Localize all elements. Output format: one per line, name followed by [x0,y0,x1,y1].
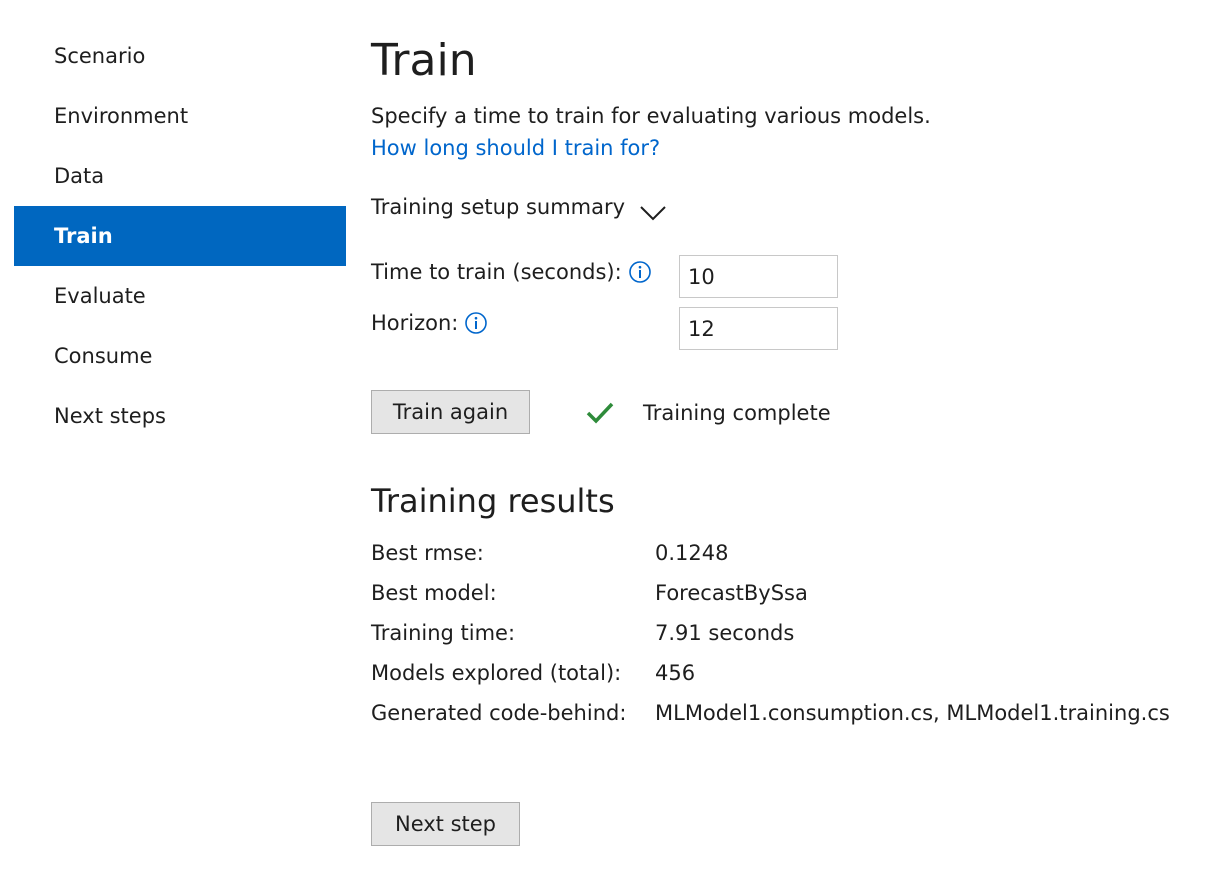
info-icon[interactable] [464,311,488,335]
summary-toggle-label: Training setup summary [371,195,626,219]
chevron-down-icon [639,199,667,221]
result-value: ForecastBySsa [655,581,808,605]
sidebar-item-train[interactable]: Train [14,206,346,266]
sidebar-item-environment[interactable]: Environment [14,86,346,146]
result-row: Models explored (total): 456 [371,653,1170,693]
time-to-train-label-text: Time to train (seconds): [371,260,622,284]
sidebar-item-scenario[interactable]: Scenario [14,26,346,86]
result-value: 0.1248 [655,541,729,565]
training-results-table: Best rmse: 0.1248 Best model: ForecastBy… [371,533,1170,733]
sidebar-item-data[interactable]: Data [14,146,346,206]
training-results-title: Training results [371,482,615,520]
sidebar-item-evaluate[interactable]: Evaluate [14,266,346,326]
sidebar-item-consume[interactable]: Consume [14,326,346,386]
result-row: Best rmse: 0.1248 [371,533,1170,573]
result-value: 7.91 seconds [655,621,795,645]
train-again-button[interactable]: Train again [371,390,530,434]
page-subtitle: Specify a time to train for evaluating v… [371,104,931,128]
horizon-label-text: Horizon: [371,311,459,335]
result-row: Training time: 7.91 seconds [371,613,1170,653]
next-step-button[interactable]: Next step [371,802,520,846]
result-key: Best rmse: [371,541,484,565]
sidebar-item-next-steps[interactable]: Next steps [14,386,346,446]
horizon-label: Horizon: [371,308,488,338]
result-row: Best model: ForecastBySsa [371,573,1170,613]
result-key: Generated code-behind: [371,701,627,725]
page-title: Train [371,35,477,86]
help-link[interactable]: How long should I train for? [371,133,660,163]
result-key: Training time: [371,621,516,645]
training-status-text: Training complete [643,401,831,425]
sidebar-nav: Scenario Environment Data Train Evaluate… [14,26,346,446]
time-to-train-input[interactable] [679,255,838,298]
time-to-train-label: Time to train (seconds): [371,257,652,287]
result-key: Models explored (total): [371,661,622,685]
result-key: Best model: [371,581,497,605]
training-setup-summary-toggle[interactable]: Training setup summary [371,192,667,222]
result-value: 456 [655,661,696,685]
check-icon [585,400,615,426]
result-row: Generated code-behind: MLModel1.consumpt… [371,693,1170,733]
info-icon[interactable] [628,260,652,284]
ml-builder-train-page: Scenario Environment Data Train Evaluate… [0,0,1221,889]
horizon-input[interactable] [679,307,838,350]
training-status: Training complete [585,398,831,428]
result-value: MLModel1.consumption.cs, MLModel1.traini… [655,701,1170,725]
